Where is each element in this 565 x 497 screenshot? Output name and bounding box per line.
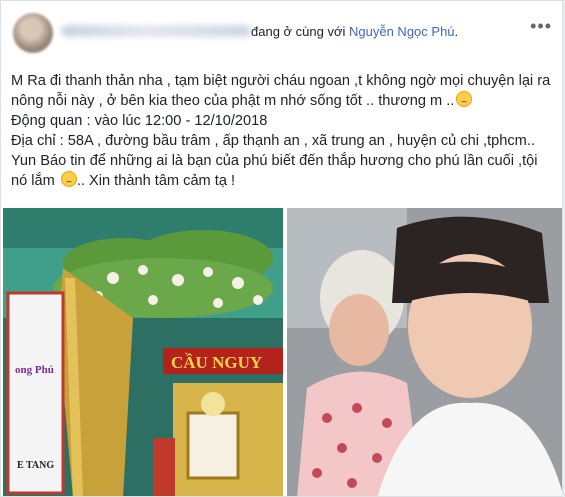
- post-text: M Ra đi thanh thản nha , tạm biệt người …: [11, 71, 556, 191]
- portrait-image: [287, 208, 562, 496]
- status-text: đang ở cùng với: [251, 24, 346, 39]
- portrait-name-text: ong Phú: [15, 364, 54, 376]
- post-line: nó lắm .. Xin thành tâm cảm tạ !: [11, 171, 236, 189]
- post-line: M Ra đi thanh thản nha , tạm biệt người …: [11, 73, 551, 89]
- more-options-icon[interactable]: •••: [530, 17, 552, 35]
- altar-image: ong Phú E TANG CẦU NGUY: [3, 208, 283, 496]
- sad-emoji-icon: [60, 171, 77, 187]
- post-header: đang ở cùng với Nguyễn Ngọc Phú. •••: [11, 11, 556, 53]
- post-line: Địa chỉ : 58A , đường bầu trâm , ấp thạn…: [11, 133, 535, 149]
- facebook-post: đang ở cùng với Nguyễn Ngọc Phú. ••• M R…: [0, 0, 563, 497]
- sad-emoji-icon: [456, 91, 473, 107]
- altar-sign-text: CẦU NGUY: [171, 353, 262, 372]
- tag-status: đang ở cùng với Nguyễn Ngọc Phú.: [251, 24, 458, 39]
- post-line: Yun Báo tin để những ai là bạn của phú b…: [11, 153, 538, 169]
- status-period: .: [454, 24, 459, 39]
- funeral-altar-photo[interactable]: ong Phú E TANG CẦU NGUY: [3, 208, 283, 496]
- tagged-person-link[interactable]: Nguyễn Ngọc Phú: [349, 24, 455, 39]
- post-line: nông nỗi này , ở bên kia theo của phật m…: [11, 91, 556, 111]
- portrait-subtitle-text: E TANG: [17, 460, 54, 471]
- post-line: Động quan : vào lúc 12:00 - 12/10/2018: [11, 113, 268, 129]
- author-avatar[interactable]: [13, 13, 53, 53]
- author-name-blurred[interactable]: [61, 25, 251, 37]
- portrait-photo[interactable]: [287, 208, 562, 496]
